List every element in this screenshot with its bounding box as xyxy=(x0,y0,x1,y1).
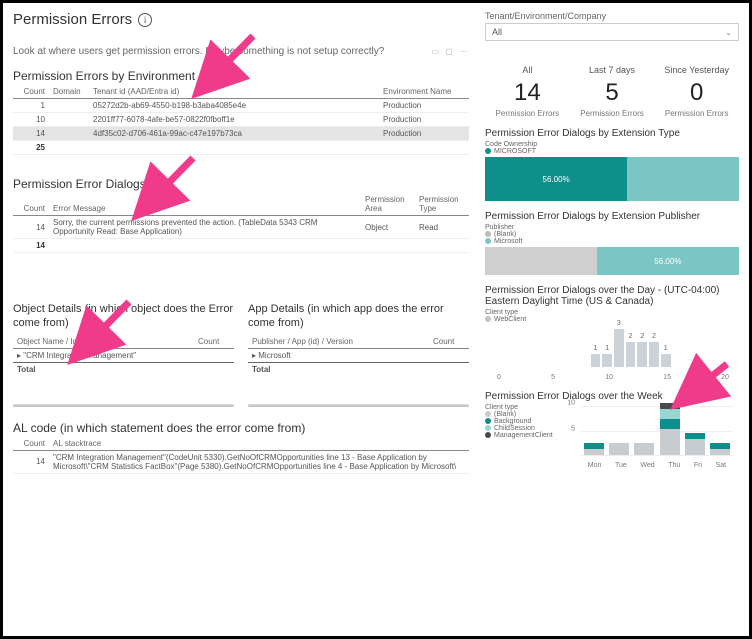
publisher-title: Permission Error Dialogs by Extension Pu… xyxy=(485,211,739,222)
chevron-down-icon: ⌄ xyxy=(725,28,732,37)
env-table[interactable]: Count Domain Tenant id (AAD/Entra id) En… xyxy=(13,85,469,155)
dlg-table[interactable]: Count Error Message Permission Area Perm… xyxy=(13,193,469,253)
obj-table[interactable]: Object Name / Id / Type Count ▸ "CRM Int… xyxy=(13,335,234,376)
col-type[interactable]: Permission Type xyxy=(415,193,469,216)
al-section-title: AL code (in which statement does the err… xyxy=(13,421,469,435)
scrollbar-thumbs[interactable] xyxy=(13,404,469,407)
obj-section-title: Object Details (in which object does the… xyxy=(13,303,234,331)
ext-type-title: Permission Error Dialogs by Extension Ty… xyxy=(485,128,739,139)
kpi-label: Last 7 days xyxy=(570,65,655,75)
week-chart[interactable]: 105 MonTueWedThuFriSat xyxy=(557,397,739,469)
kpi-value: 5 xyxy=(570,79,655,107)
table-total-row: 14 xyxy=(13,239,469,253)
table-row[interactable]: 14 Sorry, the current permissions preven… xyxy=(13,216,469,239)
week-axis: MonTueWedThuFriSat xyxy=(581,462,733,469)
table-row[interactable]: 105272d2b-ab69-4550-b198-b3aba4085e4ePro… xyxy=(13,99,469,113)
bar-segment-other xyxy=(627,157,739,201)
bar-segment-microsoft: 56.00% xyxy=(597,247,739,275)
page-title: Permission Errors i xyxy=(13,11,469,28)
col-count[interactable]: Count xyxy=(429,335,469,349)
kpi-sub: Permission Errors xyxy=(654,109,739,118)
slicer-label: Tenant/Environment/Company xyxy=(485,11,739,21)
publisher-chart[interactable]: 56.00% xyxy=(485,247,739,275)
env-section-title: Permission Errors by Environment xyxy=(13,69,469,83)
table-row[interactable]: 14 "CRM Integration Management"(CodeUnit… xyxy=(13,450,469,473)
col-env[interactable]: Environment Name xyxy=(379,85,469,99)
kpi-value: 14 xyxy=(485,79,570,107)
kpi-value: 0 xyxy=(654,79,739,107)
col-count[interactable]: Count xyxy=(13,193,49,216)
ext-type-chart[interactable]: 56.00% xyxy=(485,157,739,201)
table-row[interactable]: 102201ff77-6078-4afe-be57-0822f0fboff1eP… xyxy=(13,113,469,127)
info-icon[interactable]: i xyxy=(138,13,152,27)
app-section-title: App Details (in which app does the error… xyxy=(248,303,469,331)
day-axis: 05101520 xyxy=(497,374,729,381)
table-row[interactable]: ▸ Microsoft xyxy=(248,348,469,362)
slicer-dropdown[interactable]: All ⌄ xyxy=(485,23,739,41)
col-count[interactable]: Count xyxy=(13,85,49,99)
al-table[interactable]: Count AL stacktrace 14 "CRM Integration … xyxy=(13,437,469,474)
table-total-row: Total xyxy=(13,362,234,376)
day-chart-title: Permission Error Dialogs over the Day - … xyxy=(485,285,739,307)
ext-type-legend: Code Ownership MICROSOFT xyxy=(485,141,739,155)
slicer-value: All xyxy=(492,27,502,37)
dlg-section-title: Permission Error Dialogs xyxy=(13,177,469,191)
col-area[interactable]: Permission Area xyxy=(361,193,415,216)
col-count[interactable]: Count xyxy=(13,437,49,451)
col-stack[interactable]: AL stacktrace xyxy=(49,437,469,451)
table-total-row: Total xyxy=(248,362,469,376)
col-count[interactable]: Count xyxy=(194,335,234,349)
kpi-row: All 14 Permission Errors Last 7 days 5 P… xyxy=(485,65,739,118)
page-description: Look at where users get permission error… xyxy=(13,46,425,57)
kpi-sub: Permission Errors xyxy=(570,109,655,118)
col-msg[interactable]: Error Message xyxy=(49,193,361,216)
page-title-text: Permission Errors xyxy=(13,11,132,28)
table-row[interactable]: ▸ "CRM Integration Management" xyxy=(13,348,234,362)
day-chart[interactable]: 1 1 3 2 2 2 1 05101520 xyxy=(485,325,739,381)
kpi-label: Since Yesterday xyxy=(654,65,739,75)
kpi-all: All 14 Permission Errors xyxy=(485,65,570,118)
col-publisher[interactable]: Publisher / App (id) / Version xyxy=(248,335,429,349)
bar-segment-microsoft: 56.00% xyxy=(485,157,627,201)
app-table[interactable]: Publisher / App (id) / Version Count ▸ M… xyxy=(248,335,469,376)
col-objname[interactable]: Object Name / Id / Type xyxy=(13,335,194,349)
publisher-legend: Publisher (Blank) Microsoft xyxy=(485,224,739,245)
table-row[interactable]: 144df35c02-d706-461a-99ac-c47e197b73caPr… xyxy=(13,127,469,141)
table-total-row: 25 xyxy=(13,141,469,155)
col-tenant[interactable]: Tenant id (AAD/Entra id) xyxy=(89,85,379,99)
kpi-label: All xyxy=(485,65,570,75)
kpi-sub: Permission Errors xyxy=(485,109,570,118)
kpi-last7: Last 7 days 5 Permission Errors xyxy=(570,65,655,118)
day-legend: Client type WebClient xyxy=(485,309,739,323)
visual-toolbar[interactable]: ▭ ▢ ⋯ xyxy=(431,47,469,56)
bar-segment-blank xyxy=(485,247,597,275)
kpi-yesterday: Since Yesterday 0 Permission Errors xyxy=(654,65,739,118)
col-domain[interactable]: Domain xyxy=(49,85,89,99)
